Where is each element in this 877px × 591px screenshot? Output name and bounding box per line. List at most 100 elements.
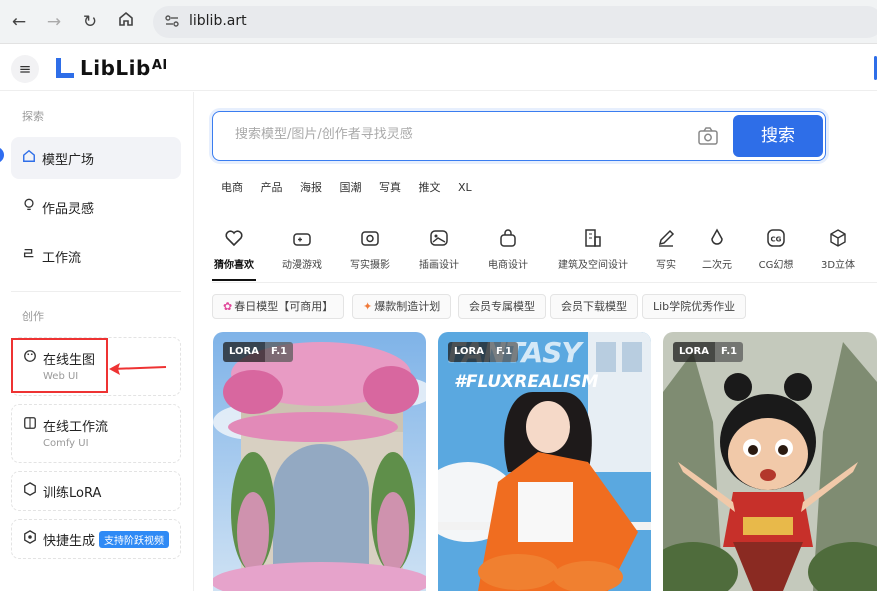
tab-architecture[interactable]: 建筑及空间设计: [553, 228, 633, 271]
tab-label: 电商设计: [488, 260, 528, 271]
reload-icon[interactable]: ↻: [79, 11, 101, 33]
tab-cg-fantasy[interactable]: CG CG幻想: [757, 228, 795, 271]
bulb-icon: [20, 198, 38, 216]
sidebar-card-online-workflow[interactable]: 在线工作流 Comfy UI: [11, 404, 181, 463]
logo-suffix: AI: [151, 58, 168, 73]
search-input[interactable]: [235, 127, 685, 142]
menu-icon[interactable]: ≡: [11, 55, 39, 83]
tag-base: F.1: [264, 342, 294, 362]
hot-tag[interactable]: XL: [458, 181, 472, 194]
logo-text: LibLib: [80, 56, 151, 80]
tab-label: 插画设计: [419, 260, 459, 271]
gallery-card[interactable]: FANTASY #FLUXREALISM LORAF.1: [438, 332, 651, 591]
pen-icon: [658, 229, 675, 247]
cg-icon: CG: [767, 229, 785, 247]
tab-label: 二次元: [702, 260, 732, 271]
sidebar-item-inspiration[interactable]: 作品灵感: [11, 186, 181, 228]
card-label: 快捷生成 支持阶跃视频: [43, 530, 170, 549]
tab-label: 3D立体: [820, 260, 856, 271]
tab-label: 写实: [656, 260, 676, 271]
tag-base: F.1: [489, 342, 519, 362]
chip-member-downloads[interactable]: 会员下载模型: [550, 294, 638, 319]
hot-tag[interactable]: 海报: [300, 181, 322, 194]
card-subtitle: #FLUXREALISM: [454, 372, 599, 392]
image-icon: [430, 230, 448, 246]
tab-label: 建筑及空间设计: [558, 260, 628, 271]
chip-lib-academy[interactable]: Lib学院优秀作业: [642, 294, 747, 319]
chip-label: Lib学院优秀作业: [653, 300, 736, 313]
site-settings-icon[interactable]: [163, 13, 181, 31]
bag-icon: [500, 229, 516, 247]
section-create: 创作: [22, 310, 44, 323]
logo[interactable]: LibLibAI: [80, 56, 168, 80]
building-icon: [585, 229, 601, 247]
home-button-icon[interactable]: [115, 11, 137, 33]
status-badge: 支持阶跃视频: [99, 531, 170, 548]
cube-icon: [21, 482, 39, 500]
active-tab-underline: [212, 279, 256, 281]
sidebar-item-workflow[interactable]: 工作流: [11, 235, 181, 277]
active-indicator: [0, 147, 4, 163]
heart-icon: [225, 230, 243, 247]
sidebar-card-quick-generate[interactable]: 快捷生成 支持阶跃视频: [11, 519, 181, 559]
model-type-badge: LORA F.1: [673, 342, 744, 362]
sidebar-divider: [11, 291, 181, 292]
sidebar-item-label: 作品灵感: [42, 202, 95, 217]
flower-icon: ✿: [223, 300, 233, 313]
chip-label: 爆款制造计划: [374, 300, 441, 313]
section-explore: 探索: [22, 110, 44, 123]
arch-artwork: [213, 332, 426, 591]
tab-anime-2d[interactable]: 二次元: [699, 228, 735, 271]
sidebar-card-train-lora[interactable]: 训练LoRA: [11, 471, 181, 511]
sidebar-item-model-square[interactable]: 模型广场: [11, 137, 181, 179]
tab-label: 猜你喜欢: [214, 260, 254, 271]
tab-label: 写实摄影: [350, 260, 390, 271]
home-icon: [20, 149, 38, 167]
back-icon[interactable]: ←: [8, 11, 30, 33]
hot-tag[interactable]: 产品: [261, 181, 283, 194]
gallery-card[interactable]: LORA F.1: [213, 332, 426, 591]
tab-realistic-photo[interactable]: 写实摄影: [346, 228, 394, 271]
highlight-arrow-icon: [109, 363, 167, 375]
category-divider: [212, 282, 877, 283]
camera-icon: [361, 231, 379, 246]
card-label-text: 快捷生成: [43, 534, 96, 549]
tab-guess-you-like[interactable]: 猜你喜欢: [212, 228, 256, 271]
hot-tag[interactable]: 国潮: [340, 181, 362, 194]
category-tabs: 猜你喜欢 动漫游戏 写实摄影 插画设计 电商设计 建筑及空间设计 写实 二次元 …: [212, 228, 877, 281]
forward-icon[interactable]: →: [43, 11, 65, 33]
chip-hit-plan[interactable]: ✦ 爆款制造计划: [352, 294, 452, 319]
chip-label: 春日模型【可商用】: [234, 300, 334, 313]
grid-icon: [21, 416, 39, 434]
url-text: liblib.art: [189, 13, 247, 29]
hot-tag[interactable]: 写真: [379, 181, 401, 194]
hot-tag[interactable]: 电商: [221, 181, 243, 194]
sparkle-icon: [21, 530, 39, 548]
chip-member-models[interactable]: 会员专属模型: [458, 294, 546, 319]
search-button[interactable]: 搜索: [733, 115, 823, 157]
tab-ecommerce-design[interactable]: 电商设计: [484, 228, 532, 271]
hot-tag[interactable]: 推文: [419, 181, 441, 194]
workflow-icon: [20, 247, 38, 265]
model-type-badge: LORA F.1: [448, 342, 519, 362]
tag-lora: LORA: [673, 342, 715, 362]
sidebar-item-label: 模型广场: [42, 153, 95, 168]
gallery-card[interactable]: LORA F.1: [663, 332, 877, 591]
chip-label: 会员专属模型: [469, 300, 535, 313]
tab-illustration[interactable]: 插画设计: [415, 228, 463, 271]
tab-label: 动漫游戏: [282, 260, 322, 271]
address-bar[interactable]: liblib.art: [153, 6, 877, 38]
chip-spring-model[interactable]: ✿ 春日模型【可商用】: [212, 294, 345, 319]
model-type-badge: LORA F.1: [223, 342, 294, 362]
image-search-icon[interactable]: [697, 126, 719, 146]
tab-anime-games[interactable]: 动漫游戏: [278, 228, 326, 271]
highlight-box: [11, 338, 108, 393]
card-label: 训练LoRA: [43, 486, 102, 501]
card-label: 在线工作流: [43, 420, 109, 435]
svg-text:CG: CG: [771, 236, 782, 244]
gamepad-icon: [293, 233, 311, 246]
tab-3d[interactable]: 3D立体: [818, 228, 858, 271]
tab-realism[interactable]: 写实: [651, 228, 681, 271]
character-artwork: [663, 332, 877, 591]
tab-label: CG幻想: [758, 260, 794, 271]
